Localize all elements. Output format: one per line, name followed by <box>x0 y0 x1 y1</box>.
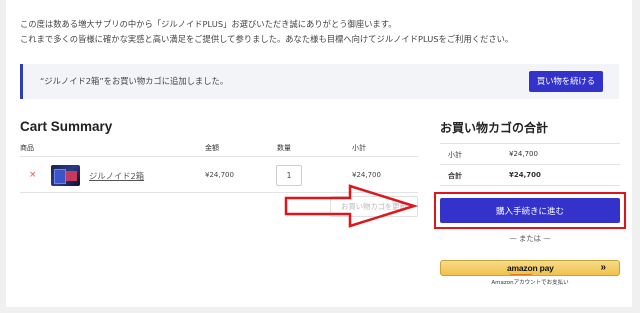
table-row-divider <box>20 192 418 193</box>
totals-total-value: ¥24,700 <box>509 171 541 179</box>
checkout-highlight-box <box>434 192 626 229</box>
totals-total-label: 合計 <box>448 172 462 180</box>
remove-item-icon[interactable]: × <box>29 169 37 181</box>
continue-shopping-button[interactable]: 買い物を続ける <box>528 71 603 92</box>
cart-summary-title: Cart Summary <box>20 119 113 134</box>
product-name-link[interactable]: ジルノイド2箱 <box>89 170 144 182</box>
totals-subtotal-value: ¥24,700 <box>509 150 538 158</box>
quantity-input[interactable] <box>276 165 302 186</box>
totals-subtotal-label: 小計 <box>448 151 462 159</box>
intro-line-1: この度は数ある増大サプリの中から「ジルノイドPLUS」お選びいただき誠にありがと… <box>20 19 397 29</box>
item-subtotal: ¥24,700 <box>352 171 381 179</box>
or-separator: — または — <box>509 234 551 243</box>
totals-divider-bottom <box>440 185 620 186</box>
intro-text: この度は数ある増大サプリの中から「ジルノイドPLUS」お選びいただき誠にありがと… <box>20 17 513 47</box>
product-thumbnail[interactable] <box>51 165 80 186</box>
amazon-smile-icon <box>509 272 533 275</box>
header-product: 商品 <box>20 144 34 152</box>
chevron-right-icon: » <box>600 262 606 273</box>
update-cart-button[interactable]: お買い物カゴを更新 <box>330 196 418 217</box>
cart-totals-title: お買い物カゴの合計 <box>440 121 549 135</box>
totals-divider-top <box>440 143 620 144</box>
header-quantity: 数量 <box>277 144 291 152</box>
added-to-cart-notice: “ジルノイド2箱”をお買い物カゴに追加しました。 買い物を続ける <box>20 64 619 99</box>
item-price: ¥24,700 <box>205 171 234 179</box>
header-subtotal: 小計 <box>352 144 366 152</box>
amazon-pay-button[interactable]: amazon pay » <box>440 260 620 276</box>
intro-line-2: これまで多くの皆様に確かな実感と高い満足をご提供して参りました。あなた様も目標へ… <box>20 34 514 44</box>
amazon-pay-caption: Amazonアカウントでお支払い <box>491 280 569 286</box>
notice-message: “ジルノイド2箱”をお買い物カゴに追加しました。 <box>40 76 229 86</box>
table-header-divider <box>20 156 418 157</box>
totals-divider-mid <box>440 164 620 165</box>
header-price: 金額 <box>205 144 219 152</box>
